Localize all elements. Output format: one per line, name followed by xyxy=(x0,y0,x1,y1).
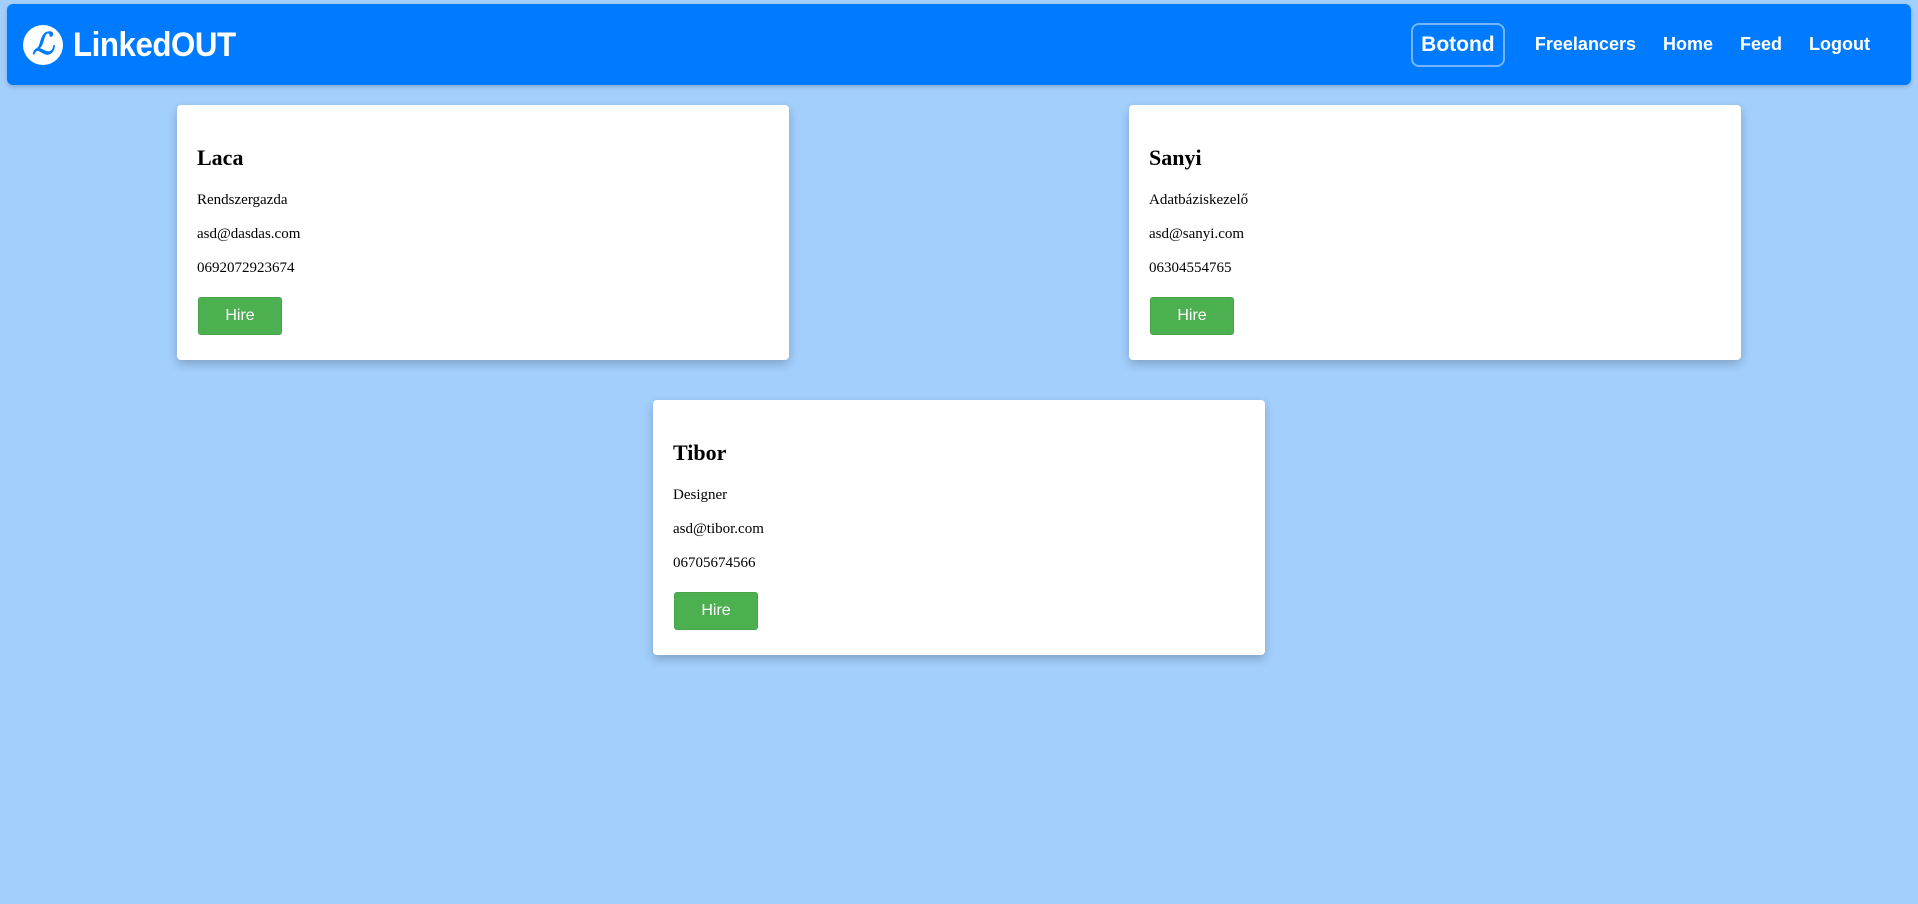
freelancer-email: asd@dasdas.com xyxy=(197,226,301,242)
freelancer-card: Tibor Designer asd@tibor.com 06705674566… xyxy=(653,400,1265,655)
nav-link-feed[interactable]: Feed xyxy=(1740,34,1782,55)
freelancer-role: Designer xyxy=(673,487,728,503)
freelancer-role: Adatbáziskezelő xyxy=(1149,192,1249,208)
freelancer-email: asd@sanyi.com xyxy=(1149,226,1245,242)
nav-link-freelancers[interactable]: Freelancers xyxy=(1535,34,1636,55)
linkedout-logo-icon: ℒ xyxy=(23,25,63,65)
nav-link-logout[interactable]: Logout xyxy=(1809,34,1870,55)
freelancer-role: Rendszergazda xyxy=(197,192,288,208)
nav-links: Botond Freelancers Home Feed Logout xyxy=(1410,4,1911,85)
hire-button[interactable]: Hire xyxy=(198,297,282,335)
hire-button[interactable]: Hire xyxy=(1150,297,1234,335)
freelancer-email: asd@tibor.com xyxy=(673,521,764,537)
freelancer-name: Tibor xyxy=(673,440,727,465)
user-profile-button[interactable]: Botond xyxy=(1410,22,1505,67)
brand-name: LinkedOUT xyxy=(73,26,236,64)
freelancer-phone: 06705674566 xyxy=(673,555,756,571)
hire-button[interactable]: Hire xyxy=(674,592,758,630)
freelancer-card: Laca Rendszergazda asd@dasdas.com 069207… xyxy=(177,105,789,360)
freelancer-phone: 06304554765 xyxy=(1149,260,1232,276)
top-navbar: ℒ LinkedOUT Botond Freelancers Home Feed… xyxy=(7,4,1911,85)
freelancer-name: Sanyi xyxy=(1149,145,1202,170)
freelancer-card: Sanyi Adatbáziskezelő asd@sanyi.com 0630… xyxy=(1129,105,1741,360)
freelancer-phone: 0692072923674 xyxy=(197,260,295,276)
nav-link-home[interactable]: Home xyxy=(1663,34,1713,55)
freelancer-name: Laca xyxy=(197,145,244,170)
brand[interactable]: ℒ LinkedOUT xyxy=(23,24,250,66)
